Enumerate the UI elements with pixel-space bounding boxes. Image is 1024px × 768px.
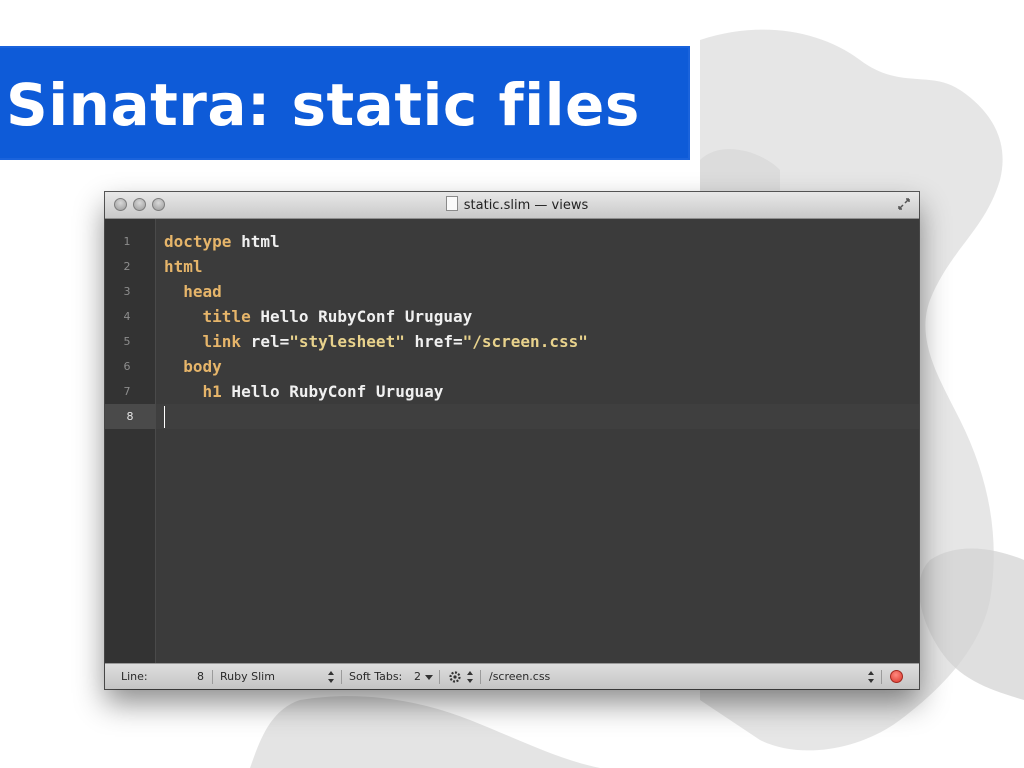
- code-line: head: [183, 282, 222, 301]
- window-title: static.slim — views: [105, 192, 919, 218]
- tabs-label[interactable]: Soft Tabs:: [349, 664, 402, 689]
- code-line: h1 Hello RubyConf Uruguay: [202, 382, 444, 401]
- record-macro-button[interactable]: [890, 670, 903, 683]
- code-line: link rel="stylesheet" href="/screen.css": [202, 332, 588, 351]
- gear-updown-icon[interactable]: [466, 664, 474, 689]
- tabs-value[interactable]: 2: [414, 664, 421, 689]
- fullscreen-arrows-icon[interactable]: [897, 197, 911, 211]
- code-line: doctype html: [164, 232, 280, 251]
- code-line: body: [183, 357, 222, 376]
- divider: [480, 670, 481, 684]
- divider: [439, 670, 440, 684]
- divider: [212, 670, 213, 684]
- line-value: 8: [197, 670, 204, 683]
- line-number: 1: [123, 235, 131, 248]
- window-titlebar[interactable]: static.slim — views: [105, 192, 919, 219]
- syntax-selector[interactable]: Ruby Slim: [220, 664, 275, 689]
- code-line: html: [164, 257, 203, 276]
- document-icon: [445, 196, 458, 211]
- status-bar: Line: 8 Ruby Slim Soft Tabs: 2 /screen.c…: [105, 663, 919, 689]
- line-number: 6: [123, 360, 131, 373]
- code-editor[interactable]: doctype html html head title Hello RubyC…: [156, 219, 919, 663]
- line-label: Line:: [121, 670, 148, 683]
- divider: [881, 670, 882, 684]
- divider: [341, 670, 342, 684]
- line-number: 3: [123, 285, 131, 298]
- line-number: 2: [123, 260, 131, 273]
- symbol-selector[interactable]: /screen.css: [489, 664, 550, 689]
- slide: Sinatra: static files static.slim — view…: [0, 0, 1024, 768]
- line-number: 5: [123, 335, 131, 348]
- slide-title: Sinatra: static files: [6, 71, 640, 139]
- tabs-dropdown-icon[interactable]: [425, 664, 433, 689]
- text-caret: [164, 406, 165, 428]
- line-number-gutter: 1 2 3 4 5 6 7 8: [105, 219, 156, 663]
- editor-window[interactable]: static.slim — views 1 2 3 4 5 6 7 8 doct…: [105, 192, 919, 689]
- current-line-highlight: [156, 404, 919, 429]
- gear-icon[interactable]: [447, 664, 463, 689]
- code-line: title Hello RubyConf Uruguay: [202, 307, 473, 326]
- symbol-updown-icon[interactable]: [867, 664, 875, 689]
- window-title-text: static.slim — views: [463, 198, 589, 213]
- line-number: 7: [123, 385, 131, 398]
- current-line-number: 8: [105, 404, 155, 429]
- syntax-stepper-icon[interactable]: [327, 664, 335, 689]
- line-number: 4: [123, 310, 131, 323]
